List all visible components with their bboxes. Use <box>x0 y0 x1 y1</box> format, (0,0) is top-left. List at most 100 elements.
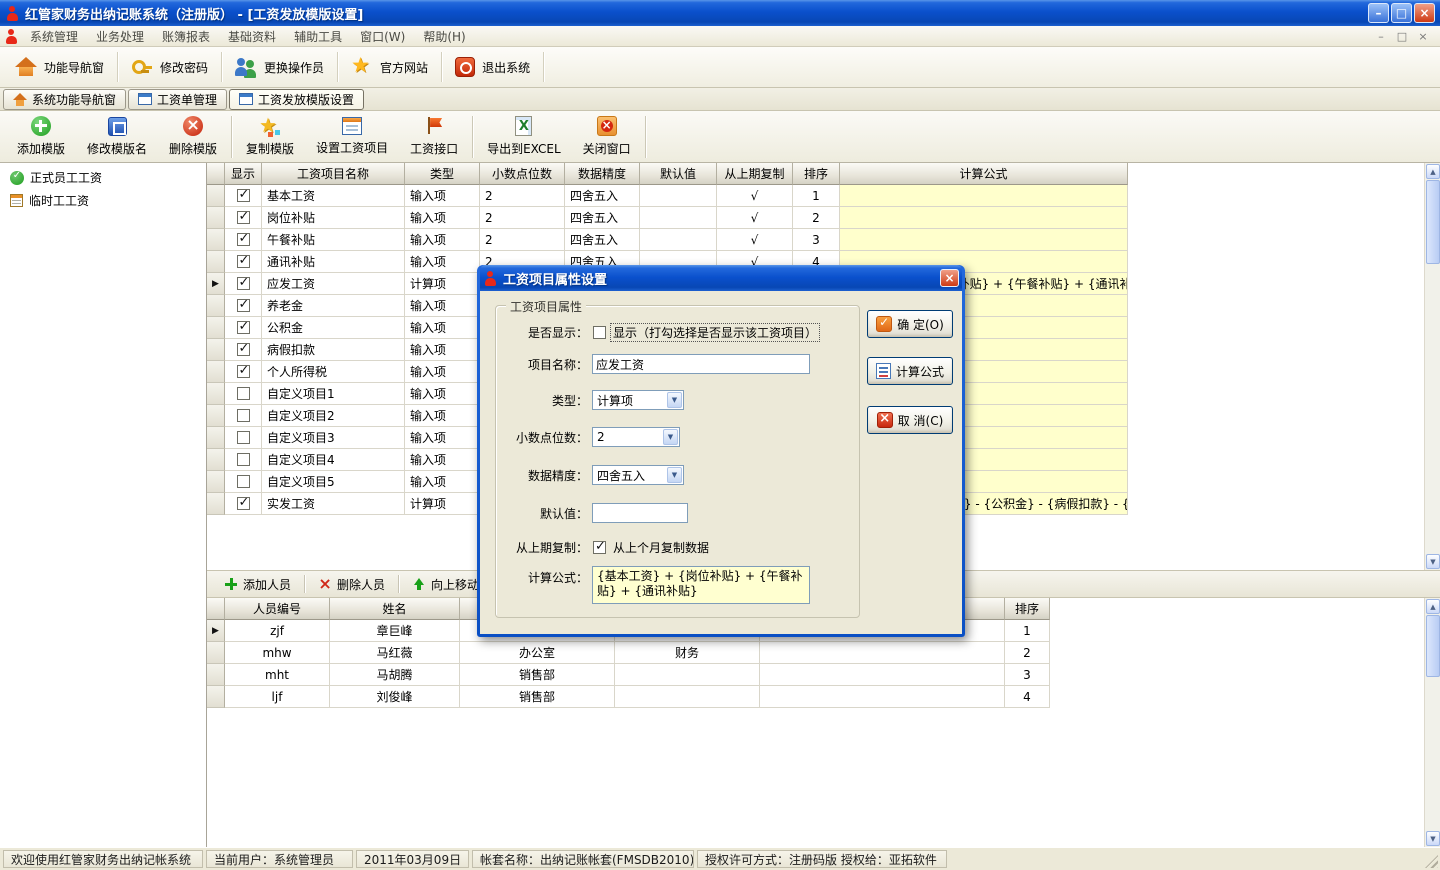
column-header[interactable]: 排序 <box>793 163 840 185</box>
row-selector[interactable] <box>207 493 225 515</box>
row-selector[interactable]: ▶ <box>207 620 225 642</box>
row-selector[interactable] <box>207 405 225 427</box>
dialog-close-button[interactable]: × <box>940 269 959 287</box>
formula-textarea[interactable]: {基本工资} + {岗位补贴} + {午餐补贴} + {通讯补贴} <box>592 566 810 604</box>
toolbar-button-edit[interactable]: 修改模版名 <box>76 114 158 160</box>
toolbar-button-home[interactable]: 功能导航窗 <box>4 52 115 82</box>
toolbar-button-closewin[interactable]: 关闭窗口 <box>572 113 642 160</box>
show-checkbox[interactable] <box>237 431 250 444</box>
show-checkbox[interactable] <box>237 211 250 224</box>
column-header[interactable]: 人员编号 <box>225 598 330 620</box>
row-selector[interactable] <box>207 317 225 339</box>
toolbar-button-exit[interactable]: 退出系统 <box>444 52 541 82</box>
column-header[interactable]: 从上期复制 <box>717 163 793 185</box>
salary-row[interactable]: 岗位补贴输入项2四舍五入√2 <box>207 207 1424 229</box>
scroll-down-icon[interactable] <box>1426 554 1440 569</box>
toolbar-button-excel[interactable]: 导出到EXCEL <box>476 113 572 160</box>
cancel-button[interactable]: 取 消(C) <box>867 406 953 434</box>
row-selector[interactable] <box>207 207 225 229</box>
staff-grid-scrollbar[interactable] <box>1424 598 1440 847</box>
type-select[interactable]: 计算项 <box>592 390 684 410</box>
menu-item-2[interactable]: 业务处理 <box>87 26 153 47</box>
row-selector[interactable] <box>207 471 225 493</box>
tree-item-2[interactable]: 临时工工资 <box>0 189 206 212</box>
toolbar-button-interface[interactable]: 工资接口 <box>399 113 469 160</box>
row-selector[interactable] <box>207 339 225 361</box>
precision-select[interactable]: 四舍五入 <box>592 465 684 485</box>
menu-item-4[interactable]: 基础资料 <box>219 26 285 47</box>
dialog-title-bar[interactable]: 工资项目属性设置 × <box>480 265 962 291</box>
menu-item-6[interactable]: 窗口(W) <box>351 26 414 47</box>
toolbar-button-addp[interactable]: 添加人员 <box>215 574 300 595</box>
salary-grid-scrollbar[interactable] <box>1424 163 1440 570</box>
row-selector[interactable] <box>207 449 225 471</box>
show-checkbox[interactable] <box>237 189 250 202</box>
show-checkbox[interactable] <box>237 233 250 246</box>
chevron-down-icon[interactable] <box>663 429 678 445</box>
mdi-close-button[interactable]: × <box>1414 28 1432 44</box>
show-checkbox[interactable] <box>237 387 250 400</box>
row-selector[interactable] <box>207 427 225 449</box>
restore-button[interactable]: □ <box>1391 3 1412 23</box>
toolbar-button-delp[interactable]: 删除人员 <box>309 574 394 595</box>
row-selector[interactable] <box>207 229 225 251</box>
column-header[interactable]: 类型 <box>405 163 480 185</box>
default-value-input[interactable] <box>592 503 688 523</box>
ok-button[interactable]: 确 定(O) <box>867 310 953 338</box>
show-checkbox[interactable] <box>237 409 250 422</box>
scroll-thumb[interactable] <box>1426 615 1440 677</box>
toolbar-button-formwin[interactable]: 设置工资项目 <box>305 114 399 159</box>
tab-2[interactable]: 工资单管理 <box>128 89 227 110</box>
row-selector[interactable] <box>207 686 225 708</box>
show-checkbox[interactable] <box>593 326 606 339</box>
column-header[interactable]: 工资项目名称 <box>262 163 405 185</box>
toolbar-button-operators[interactable]: 更换操作员 <box>224 52 335 82</box>
scroll-up-icon[interactable] <box>1426 599 1440 614</box>
show-checkbox[interactable] <box>237 453 250 466</box>
chevron-down-icon[interactable] <box>667 467 682 483</box>
show-checkbox[interactable] <box>237 277 250 290</box>
menu-item-7[interactable]: 帮助(H) <box>414 26 474 47</box>
toolbar-button-keys[interactable]: 修改密码 <box>120 52 219 82</box>
formula-button[interactable]: 计算公式 <box>867 357 953 385</box>
toolbar-button-star[interactable]: 官方网站 <box>340 52 439 82</box>
decimals-select[interactable]: 2 <box>592 427 680 447</box>
minimize-button[interactable]: – <box>1368 3 1389 23</box>
salary-row[interactable]: 基本工资输入项2四舍五入√1 <box>207 185 1424 207</box>
row-selector[interactable] <box>207 664 225 686</box>
row-selector[interactable] <box>207 251 225 273</box>
staff-row[interactable]: ljf刘俊峰销售部4 <box>207 686 1424 708</box>
row-selector[interactable] <box>207 383 225 405</box>
show-checkbox[interactable] <box>237 299 250 312</box>
row-selector[interactable]: ▶ <box>207 273 225 295</box>
menu-item-1[interactable]: 系统管理 <box>21 26 87 47</box>
column-header[interactable]: 姓名 <box>330 598 460 620</box>
chevron-down-icon[interactable] <box>667 392 682 408</box>
show-checkbox[interactable] <box>237 321 250 334</box>
menu-item-3[interactable]: 账簿报表 <box>153 26 219 47</box>
mdi-restore-button[interactable]: □ <box>1393 28 1411 44</box>
tab-1[interactable]: 系统功能导航窗 <box>3 89 126 110</box>
column-header[interactable]: 排序 <box>1005 598 1050 620</box>
row-selector[interactable] <box>207 642 225 664</box>
column-header[interactable]: 显示 <box>225 163 262 185</box>
column-header[interactable]: 计算公式 <box>840 163 1128 185</box>
item-name-input[interactable] <box>592 354 810 374</box>
toolbar-button-copy[interactable]: 复制模版 <box>235 113 305 160</box>
toolbar-button-delete[interactable]: 删除模版 <box>158 113 228 160</box>
mdi-minimize-button[interactable]: – <box>1372 28 1390 44</box>
column-header[interactable]: 数据精度 <box>565 163 640 185</box>
row-selector[interactable] <box>207 295 225 317</box>
show-checkbox[interactable] <box>237 497 250 510</box>
column-header[interactable]: 小数点位数 <box>480 163 565 185</box>
row-selector[interactable] <box>207 185 225 207</box>
show-checkbox[interactable] <box>237 343 250 356</box>
staff-row[interactable]: mhw马红薇办公室财务2 <box>207 642 1424 664</box>
menu-item-5[interactable]: 辅助工具 <box>285 26 351 47</box>
tab-3[interactable]: 工资发放模版设置 <box>229 89 364 110</box>
tree-item-1[interactable]: 正式员工工资 <box>0 166 206 189</box>
show-checkbox[interactable] <box>237 475 250 488</box>
scroll-thumb[interactable] <box>1426 180 1440 264</box>
close-button[interactable]: × <box>1414 3 1435 23</box>
toolbar-button-add[interactable]: 添加模版 <box>6 113 76 160</box>
